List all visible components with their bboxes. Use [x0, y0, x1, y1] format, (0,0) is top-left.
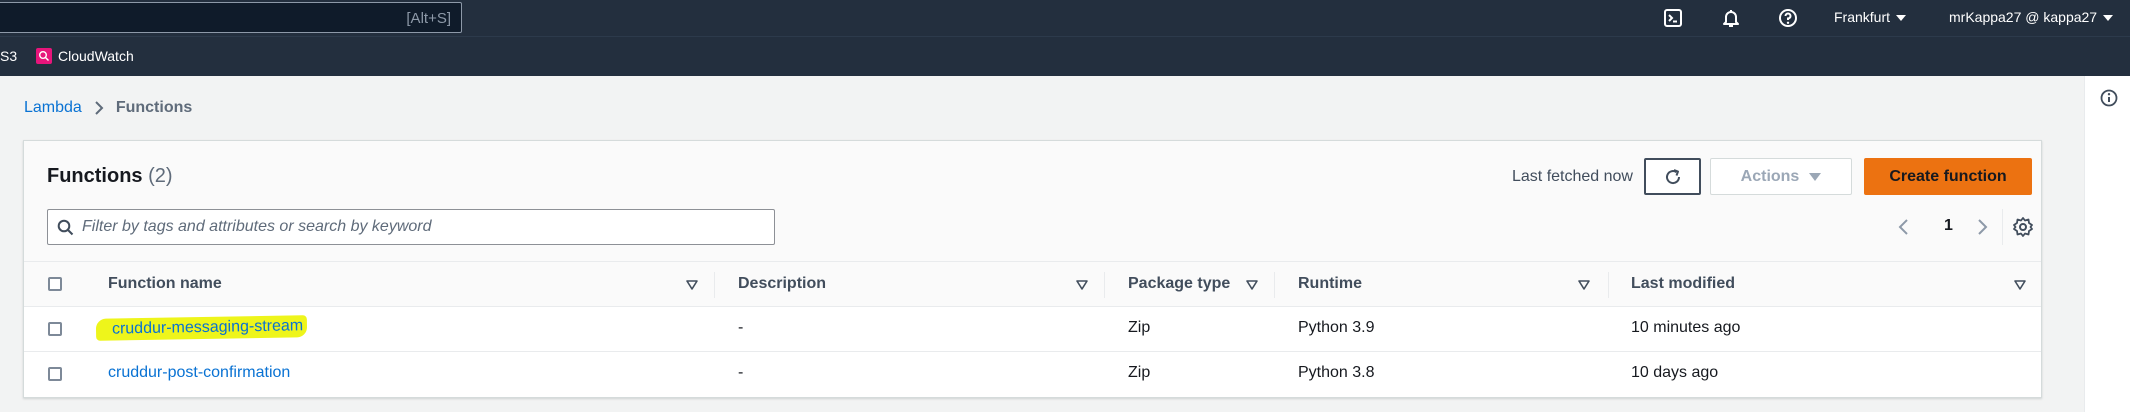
- functions-header: Functions (2) Last fetched now Actions C…: [24, 141, 2041, 261]
- table-row[interactable]: cruddur-messaging-stream - Zip Python 3.…: [24, 307, 2041, 352]
- sort-icon[interactable]: [2014, 280, 2026, 290]
- sort-icon[interactable]: [1246, 280, 1258, 290]
- next-page-icon[interactable]: [1974, 218, 1990, 236]
- column-header-package-type[interactable]: Package type: [1128, 275, 1230, 293]
- function-name-highlight: cruddur-messaging-stream: [95, 315, 308, 341]
- function-name-link[interactable]: cruddur-post-confirmation: [108, 364, 290, 382]
- table-row[interactable]: cruddur-post-confirmation - Zip Python 3…: [24, 352, 2041, 397]
- refresh-button[interactable]: [1644, 158, 1701, 195]
- help-icon[interactable]: [1777, 7, 1799, 29]
- notifications-bell-icon[interactable]: [1720, 7, 1742, 29]
- favorite-label: S3: [0, 48, 18, 64]
- info-icon[interactable]: [2100, 89, 2118, 107]
- functions-title: Functions: [47, 165, 143, 187]
- favorite-s3[interactable]: S3: [0, 48, 17, 64]
- top-navigation: [Alt+S] Frankfurt mrKappa27 @ kappa27: [0, 0, 2130, 36]
- select-all-checkbox[interactable]: [48, 277, 62, 291]
- search-input[interactable]: [Alt+S]: [0, 2, 462, 33]
- filter-input[interactable]: [82, 210, 762, 244]
- account-menu[interactable]: mrKappa27 @ kappa27: [1949, 9, 2114, 25]
- row-checkbox[interactable]: [48, 367, 62, 381]
- functions-table-container: Functions (2) Last fetched now Actions C…: [23, 140, 2042, 398]
- favorites-bar: S3 CloudWatch: [0, 36, 2130, 76]
- search-shortcut-hint: [Alt+S]: [406, 10, 451, 27]
- side-panel: [2084, 76, 2130, 412]
- page-number[interactable]: 1: [1944, 217, 1953, 235]
- chevron-down-icon: [2103, 15, 2114, 21]
- gear-icon[interactable]: [2012, 216, 2034, 238]
- chevron-down-icon: [1896, 15, 1907, 21]
- last-fetched-text: Last fetched now: [1512, 168, 1633, 185]
- previous-page-icon[interactable]: [1896, 218, 1912, 236]
- cloudshell-icon[interactable]: [1662, 7, 1684, 29]
- runtime-cell: Python 3.9: [1298, 319, 1375, 336]
- functions-count: (2): [148, 165, 173, 187]
- page-title: Functions (2): [47, 165, 173, 188]
- row-checkbox[interactable]: [48, 322, 62, 336]
- search-icon: [57, 219, 74, 236]
- pager-divider: [2002, 209, 2003, 245]
- last-modified-cell: 10 minutes ago: [1631, 319, 1741, 336]
- favorite-label: CloudWatch: [58, 48, 134, 64]
- actions-label: Actions: [1740, 167, 1800, 185]
- column-divider[interactable]: [714, 272, 715, 298]
- runtime-cell: Python 3.8: [1298, 364, 1375, 381]
- breadcrumb-current: Functions: [115, 99, 193, 116]
- breadcrumb-lambda-link[interactable]: Lambda: [24, 99, 82, 117]
- account-label: mrKappa27 @ kappa27: [1949, 9, 2098, 25]
- last-modified-cell: 10 days ago: [1631, 364, 1719, 381]
- column-header-last-modified[interactable]: Last modified: [1631, 275, 1735, 293]
- region-label: Frankfurt: [1834, 9, 1891, 25]
- refresh-icon: [1665, 168, 1680, 184]
- package-type-cell: Zip: [1128, 364, 1151, 381]
- region-selector[interactable]: Frankfurt: [1834, 9, 1907, 25]
- table-header: Function name Description Package type R…: [24, 261, 2041, 307]
- sort-icon[interactable]: [686, 280, 698, 290]
- caret-down-icon: [1809, 172, 1822, 181]
- chevron-right-icon: [95, 101, 104, 115]
- column-divider[interactable]: [1608, 272, 1609, 298]
- column-header-description[interactable]: Description: [738, 275, 826, 293]
- breadcrumb: Lambda Functions: [24, 99, 192, 117]
- description-cell: -: [738, 364, 744, 381]
- function-name-link[interactable]: cruddur-messaging-stream: [95, 315, 308, 341]
- filter-search-box: [47, 209, 775, 245]
- create-function-button[interactable]: Create function: [1864, 158, 2032, 195]
- sort-icon[interactable]: [1076, 280, 1088, 290]
- column-header-function-name[interactable]: Function name: [108, 275, 222, 293]
- favorite-cloudwatch[interactable]: CloudWatch: [36, 48, 134, 64]
- actions-dropdown-button[interactable]: Actions: [1710, 158, 1852, 195]
- package-type-cell: Zip: [1128, 319, 1151, 336]
- cloudwatch-icon: [36, 48, 52, 64]
- description-cell: -: [738, 319, 744, 336]
- column-divider[interactable]: [1104, 272, 1105, 298]
- sort-icon[interactable]: [1578, 280, 1590, 290]
- column-divider[interactable]: [1274, 272, 1275, 298]
- column-header-runtime[interactable]: Runtime: [1298, 275, 1362, 293]
